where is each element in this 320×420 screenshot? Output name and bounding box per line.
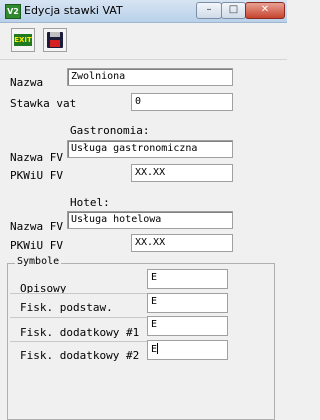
window-title: Edycja stawki VAT (24, 4, 123, 17)
exit-button[interactable]: EXIT (11, 28, 35, 52)
separator (10, 341, 148, 342)
hotel-pkwiu-input[interactable]: XX.XX (131, 234, 233, 252)
symbole-title: Symbole (15, 256, 62, 267)
symbol-fisk-podstaw-label: Fisk. podstaw. (20, 301, 113, 314)
floppy-disk-icon (47, 32, 63, 48)
separator (10, 293, 148, 294)
gastronomia-nazwa-fv-input[interactable]: Usługa gastronomiczna (67, 140, 233, 158)
gastronomia-pkwiu-input[interactable]: XX.XX (131, 164, 233, 182)
minimize-button[interactable]: – (196, 2, 222, 19)
hotel-title: Hotel: (70, 196, 110, 209)
symbol-fisk-dodatkowy-1-label: Fisk. dodatkowy #1 (20, 326, 140, 339)
hotel-nazwa-fv-label: Nazwa FV (10, 220, 63, 233)
symbol-fisk-dodatkowy-2-input[interactable]: E (147, 340, 228, 360)
title-bar: V2 Edycja stawki VAT – □ ✕ (0, 0, 287, 23)
save-button[interactable] (43, 28, 67, 52)
maximize-button[interactable]: □ (221, 2, 246, 19)
separator (10, 317, 148, 318)
stawka-vat-label: Stawka vat (10, 97, 77, 110)
app-icon: V2 (5, 4, 21, 19)
exit-icon: EXIT (14, 34, 32, 46)
close-button[interactable]: ✕ (245, 2, 285, 19)
gastronomia-nazwa-fv-label: Nazwa FV (10, 151, 63, 164)
nazwa-input[interactable]: Zwolniona (67, 68, 233, 86)
vat-rate-form: Nazwa Zwolniona Stawka vat 0 Gastronomia… (0, 60, 287, 420)
hotel-nazwa-fv-input[interactable]: Usługa hotelowa (67, 211, 233, 229)
stawka-vat-input[interactable]: 0 (131, 93, 233, 111)
text-caret (157, 343, 159, 354)
hotel-pkwiu-label: PKWiU FV (10, 239, 63, 252)
toolbar: EXIT (0, 23, 287, 60)
nazwa-label: Nazwa (10, 76, 44, 89)
gastronomia-pkwiu-label: PKWiU FV (10, 169, 63, 182)
symbol-opisowy-input[interactable]: E (147, 269, 228, 289)
symbol-fisk-podstaw-input[interactable]: E (147, 293, 228, 313)
gastronomia-title: Gastronomia: (70, 124, 150, 137)
symbol-fisk-dodatkowy-1-input[interactable]: E (147, 316, 228, 336)
symbol-fisk-dodatkowy-2-label: Fisk. dodatkowy #2 (20, 349, 140, 362)
